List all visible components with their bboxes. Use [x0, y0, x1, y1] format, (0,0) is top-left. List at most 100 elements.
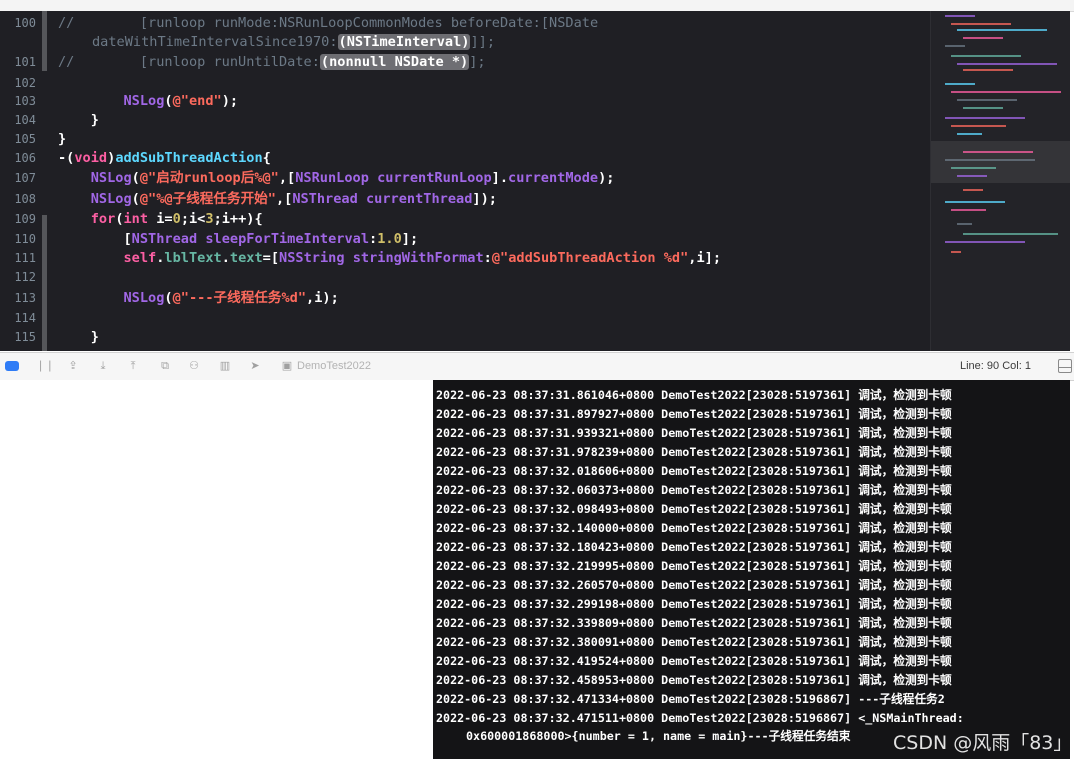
code-token: addSubThreadAction: [115, 150, 263, 166]
code-token: ];: [469, 54, 486, 70]
line-number: 100: [14, 16, 36, 30]
minimap-line: [963, 189, 983, 191]
console-output[interactable]: 2022-06-23 08:37:31.861046+0800 DemoTest…: [433, 380, 1070, 759]
minimap-viewport[interactable]: [931, 141, 1070, 183]
code-line[interactable]: 100 // [runloop runMode:NSRunLoopCommonMo…: [0, 13, 930, 33]
console-toggle-button[interactable]: [5, 361, 19, 371]
code-token: NSLog: [90, 170, 132, 186]
minimap-line: [945, 45, 965, 47]
location-icon[interactable]: ➤: [248, 359, 262, 373]
line-number: 102: [14, 76, 36, 90]
code-line[interactable]: 103 NSLog(@"end");: [0, 91, 930, 111]
minimap-line: [951, 209, 986, 211]
code-token: :: [483, 250, 492, 266]
code-token: ,[: [275, 191, 293, 207]
minimap-line: [963, 69, 1013, 71]
view-hierarchy-icon[interactable]: ⧉: [158, 359, 172, 373]
code-token: }: [58, 131, 67, 147]
minimap-line: [951, 251, 961, 253]
code-line[interactable]: 115 }: [0, 327, 930, 347]
debug-target-label: DemoTest2022: [297, 360, 371, 372]
code-line[interactable]: 109 for(int i=0;i<3;i++){: [0, 209, 930, 229]
code-token: (: [131, 170, 140, 186]
minimap-line: [963, 107, 1003, 109]
code-token: 0: [172, 211, 181, 227]
code-line[interactable]: 105}: [0, 129, 930, 149]
environment-overrides-icon[interactable]: ▥: [218, 359, 232, 373]
console-line: 2022-06-23 08:37:31.861046+0800 DemoTest…: [436, 388, 952, 402]
code-line[interactable]: 108 NSLog(@"%@子线程任务开始",[NSThread current…: [0, 189, 930, 209]
minimap-line: [951, 167, 996, 169]
code-token: ,[: [278, 170, 296, 186]
code-token: (: [131, 191, 140, 207]
console-line: 2022-06-23 08:37:32.380091+0800 DemoTest…: [436, 635, 952, 649]
code-line[interactable]: dateWithTimeIntervalSince1970:(NSTimeInt…: [0, 32, 930, 52]
continue-icon[interactable]: ⇪: [66, 359, 80, 373]
console-line: 2022-06-23 08:37:32.419524+0800 DemoTest…: [436, 654, 952, 668]
line-number: 115: [14, 330, 36, 344]
code-line[interactable]: 114: [0, 308, 930, 328]
line-number: 106: [14, 151, 36, 165]
code-line[interactable]: 112: [0, 267, 930, 287]
code-text: // [runloop runMode:NSRunLoopCommonModes…: [58, 13, 598, 33]
code-token: NSThread: [131, 231, 198, 247]
app-target-icon: ▣: [281, 359, 293, 372]
code-token: NSRunLoop: [295, 170, 369, 186]
code-token: ;i++){: [213, 211, 263, 227]
minimap-line: [957, 133, 982, 135]
line-number: 104: [14, 113, 36, 127]
minimap-line: [963, 233, 1058, 235]
code-line[interactable]: 104 }: [0, 110, 930, 130]
memory-graph-icon[interactable]: ⚇: [187, 359, 201, 373]
step-out-icon[interactable]: ⤒: [126, 359, 140, 373]
console-line: 2022-06-23 08:37:32.018606+0800 DemoTest…: [436, 464, 952, 478]
minimap[interactable]: [930, 11, 1070, 351]
minimap-line: [945, 201, 1005, 203]
code-token: );: [598, 170, 615, 186]
code-token: void: [74, 150, 108, 166]
code-text: }: [58, 327, 99, 347]
breakpoints-toggle-icon[interactable]: ❘❘: [36, 359, 54, 373]
code-line[interactable]: 113 NSLog(@"---子线程任务%d",i);: [0, 288, 930, 308]
code-line[interactable]: 110 [NSThread sleepForTimeInterval:1.0];: [0, 229, 930, 249]
code-token: ];: [401, 231, 419, 247]
minimap-line: [963, 37, 1003, 39]
code-token: int: [123, 211, 149, 227]
debug-bar: ❘❘ ⇪ ⤓ ⤒ ⧉ ⚇ ▥ ➤ ▣ DemoTest2022 Line: 90…: [0, 352, 1074, 381]
code-token: 1.0: [377, 231, 402, 247]
step-over-icon[interactable]: ⤓: [96, 359, 110, 373]
code-line[interactable]: 106 -(void)addSubThreadAction{: [0, 148, 930, 168]
minimap-line: [951, 55, 1021, 57]
code-token: {: [262, 150, 271, 166]
console-line: 2022-06-23 08:37:32.471511+0800 DemoTest…: [436, 711, 964, 725]
console-line: 2022-06-23 08:37:31.897927+0800 DemoTest…: [436, 407, 952, 421]
code-text: [NSThread sleepForTimeInterval:1.0];: [58, 229, 418, 249]
code-token: currentMode: [508, 170, 599, 186]
code-line[interactable]: 111 self.lblText.text=[NSString stringWi…: [0, 248, 930, 268]
code-editor[interactable]: 100 // [runloop runMode:NSRunLoopCommonMo…: [0, 11, 1070, 351]
code-line[interactable]: 101 // [runloop runUntilDate:(nonnull NSD…: [0, 52, 930, 72]
console-line: 2022-06-23 08:37:32.140000+0800 DemoTest…: [436, 521, 952, 535]
panel-layout-icon[interactable]: [1058, 359, 1072, 373]
code-token: sleepForTimeInterval: [205, 231, 370, 247]
code-token: ].: [491, 170, 509, 186]
code-token: (: [164, 290, 173, 306]
code-line[interactable]: 102: [0, 73, 930, 93]
code-token: lblText: [164, 250, 222, 266]
code-token: NSLog: [123, 93, 165, 109]
code-token: @"---子线程任务%d": [172, 290, 307, 306]
code-token: // [runloop runMode:NSRunLoopCommonModes…: [58, 15, 599, 31]
code-line[interactable]: 107 NSLog(@"启动runloop后%@",[NSRunLoop cur…: [0, 168, 930, 188]
minimap-line: [945, 117, 1025, 119]
variables-view[interactable]: [0, 380, 433, 759]
line-number: 105: [14, 132, 36, 146]
code-token: (: [115, 211, 124, 227]
minimap-line: [951, 91, 1061, 93]
minimap-line: [957, 63, 1057, 65]
minimap-line: [957, 175, 987, 177]
code-token: ]);: [472, 191, 497, 207]
